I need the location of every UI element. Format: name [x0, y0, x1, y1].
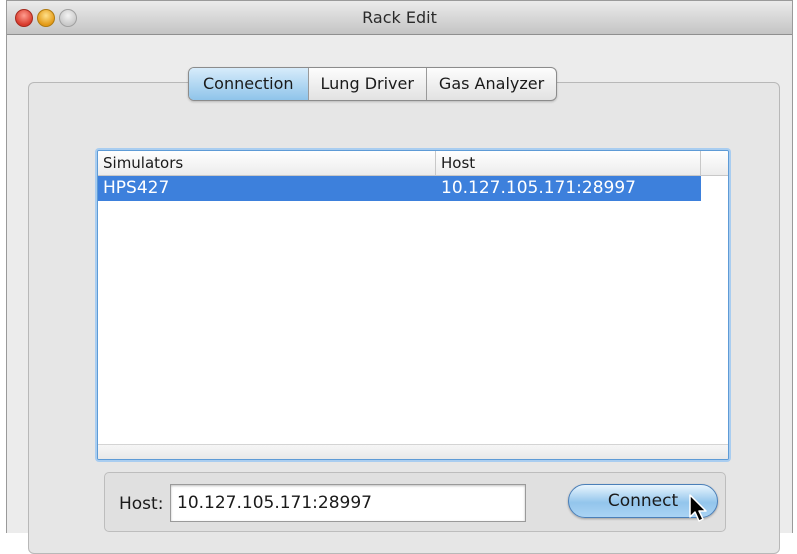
table-row[interactable]: HPS427 10.127.105.171:28997: [98, 176, 701, 201]
column-header-host[interactable]: Host: [436, 151, 701, 175]
tab-lung-driver[interactable]: Lung Driver: [307, 68, 426, 100]
host-input[interactable]: [170, 484, 526, 522]
window-title: Rack Edit: [362, 8, 437, 27]
column-header-simulators[interactable]: Simulators: [98, 151, 436, 175]
simulators-table[interactable]: Simulators Host HPS427 10.127.105.171:28…: [97, 150, 729, 460]
tab-bar: Connection Lung Driver Gas Analyzer: [188, 67, 558, 101]
host-cell: 10.127.105.171:28997: [441, 178, 636, 198]
tab-connection[interactable]: Connection: [189, 68, 308, 100]
simulator-cell: HPS427: [103, 178, 170, 198]
title-bar[interactable]: Rack Edit: [7, 1, 792, 35]
mouse-cursor-icon: [689, 494, 707, 522]
host-label: Host:: [119, 494, 164, 514]
column-header-spacer: [701, 151, 728, 175]
table-header: Simulators Host: [98, 151, 728, 176]
tab-gas-analyzer[interactable]: Gas Analyzer: [425, 68, 556, 100]
horizontal-scrollbar[interactable]: [98, 444, 728, 459]
